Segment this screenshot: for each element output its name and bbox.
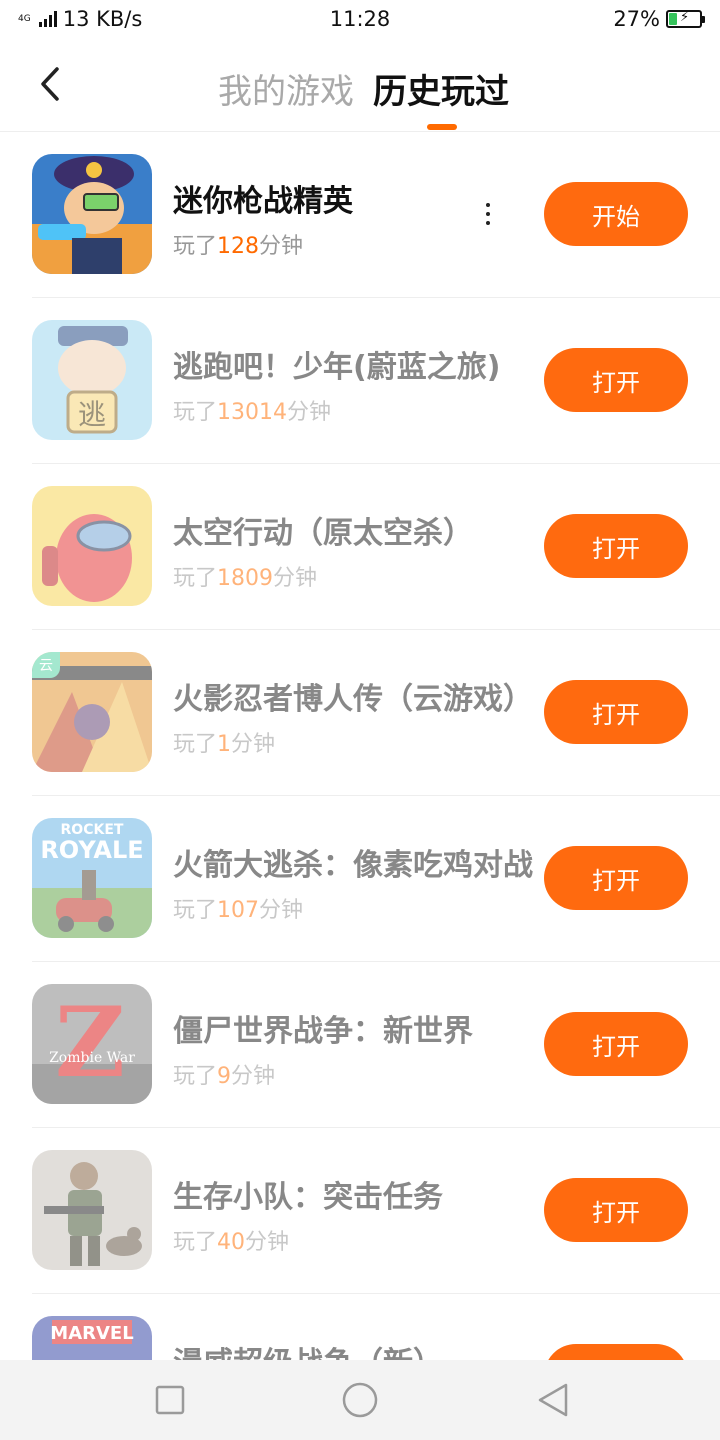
battery-icon: ⚡	[666, 10, 705, 28]
cartoon-boy-icon: 逃	[32, 320, 152, 440]
played-suffix: 分钟	[273, 566, 318, 591]
start-button[interactable]: 开始	[544, 182, 688, 246]
open-button[interactable]: 打开	[544, 846, 688, 910]
cloud-game-badge: 云	[32, 652, 60, 678]
recent-apps-icon	[155, 1385, 185, 1415]
game-title: 太空行动（原太空杀）	[173, 516, 473, 551]
rocket-royale-logo-icon: ROCKET ROYALE	[32, 818, 152, 938]
system-back-button[interactable]	[533, 1380, 573, 1420]
played-minutes: 40	[217, 1230, 246, 1255]
list-item[interactable]: 逃 逃跑吧！少年(蔚蓝之旅) 玩了13014分钟 打开	[32, 298, 720, 464]
game-title: 生存小队：突击任务	[173, 1180, 443, 1215]
icon-text-z: Z	[55, 986, 125, 1099]
played-minutes: 1809	[217, 566, 274, 591]
play-time: 玩了1809分钟	[173, 560, 317, 592]
recent-apps-button[interactable]	[150, 1380, 190, 1420]
played-suffix: 分钟	[259, 898, 304, 923]
game-icon-escape-boy[interactable]: 逃	[32, 320, 152, 440]
played-prefix: 玩了	[173, 566, 218, 591]
system-navigation-bar	[0, 1360, 720, 1440]
game-icon-rocket-royale[interactable]: ROCKET ROYALE	[32, 818, 152, 938]
played-prefix: 玩了	[173, 732, 218, 757]
list-item[interactable]: ROCKET ROYALE 火箭大逃杀：像素吃鸡对战 玩了107分钟 打开	[32, 796, 720, 962]
game-title: 火箭大逃杀：像素吃鸡对战	[173, 848, 533, 883]
open-button[interactable]: 打开	[544, 1178, 688, 1242]
list-item[interactable]: Z Zombie War 僵尸世界战争：新世界 玩了9分钟 打开	[32, 962, 720, 1128]
icon-text-royale: ROYALE	[40, 836, 143, 864]
home-button[interactable]	[340, 1380, 380, 1420]
game-icon-zombie-war[interactable]: Z Zombie War	[32, 984, 152, 1104]
soldier-character-icon	[32, 154, 152, 274]
more-dot-icon	[486, 212, 490, 216]
open-button[interactable]: 打开	[544, 514, 688, 578]
play-time: 玩了1分钟	[173, 726, 275, 758]
play-time: 玩了107分钟	[173, 892, 303, 924]
played-prefix: 玩了	[173, 1064, 218, 1089]
played-minutes: 1	[217, 732, 232, 757]
zombie-war-logo-icon: Z Zombie War	[32, 984, 152, 1104]
played-suffix: 分钟	[287, 400, 332, 425]
game-icon-mini-gun-elite[interactable]	[32, 154, 152, 274]
played-minutes: 9	[217, 1064, 232, 1089]
played-suffix: 分钟	[231, 732, 276, 757]
game-icon-marvel-super-war[interactable]: MARVEL	[32, 1316, 152, 1360]
chevron-left-icon	[41, 67, 59, 101]
game-icon-naruto-cloud[interactable]: 云	[32, 652, 152, 772]
game-icon-survival-squad[interactable]	[32, 1150, 152, 1270]
icon-text-zombie-war: Zombie War	[49, 1050, 135, 1066]
tab-my-games[interactable]: 我的游戏	[218, 64, 354, 113]
game-title: 漫威超级战争（新）	[173, 1338, 443, 1360]
list-item[interactable]: 云 火影忍者博人传（云游戏） 玩了1分钟 打开	[32, 630, 720, 796]
game-title: 火影忍者博人传（云游戏）	[173, 682, 533, 717]
icon-text-marvel: MARVEL	[50, 1323, 133, 1344]
header: 我的游戏 历史玩过	[0, 38, 720, 132]
open-button[interactable]: 打开	[544, 680, 688, 744]
played-prefix: 玩了	[173, 234, 218, 259]
play-time: 玩了9分钟	[173, 1058, 275, 1090]
more-dot-icon	[486, 203, 490, 207]
status-bar: 4G 13 KB/s 11:28 27% ⚡	[0, 0, 720, 38]
more-options-button[interactable]	[476, 196, 500, 232]
open-button[interactable]: 打开	[544, 348, 688, 412]
played-minutes: 128	[217, 234, 260, 259]
list-item[interactable]: 生存小队：突击任务 玩了40分钟 打开	[32, 1128, 720, 1294]
played-suffix: 分钟	[231, 1064, 276, 1089]
svg-text:逃: 逃	[78, 398, 106, 431]
played-minutes: 13014	[217, 400, 288, 425]
open-button[interactable]: 打开	[544, 1012, 688, 1076]
game-history-list: 迷你枪战精英 玩了128分钟 开始 逃 逃跑吧！少年(蔚蓝之旅) 玩了13014…	[0, 132, 720, 1360]
played-minutes: 107	[217, 898, 260, 923]
play-time: 玩了13014分钟	[173, 394, 331, 426]
tab-history-played[interactable]: 历史玩过	[373, 64, 509, 113]
game-title: 迷你枪战精英	[173, 184, 353, 219]
play-time: 玩了40分钟	[173, 1224, 289, 1256]
marvel-heroes-icon: MARVEL	[32, 1316, 152, 1360]
played-suffix: 分钟	[245, 1230, 290, 1255]
back-triangle-icon	[538, 1383, 568, 1417]
list-item[interactable]: 迷你枪战精英 玩了128分钟 开始	[32, 132, 720, 298]
home-icon	[342, 1382, 378, 1418]
game-title: 逃跑吧！少年(蔚蓝之旅)	[173, 350, 501, 385]
list-item[interactable]: MARVEL 漫威超级战争（新） 打开	[32, 1294, 720, 1360]
crewmate-icon	[32, 486, 152, 606]
play-time: 玩了128分钟	[173, 228, 303, 260]
back-button[interactable]	[30, 62, 70, 106]
list-item[interactable]: 太空行动（原太空杀） 玩了1809分钟 打开	[32, 464, 720, 630]
charging-icon: ⚡	[680, 10, 690, 25]
clock: 11:28	[329, 7, 391, 31]
active-tab-indicator	[427, 124, 457, 130]
game-title: 僵尸世界战争：新世界	[173, 1014, 473, 1049]
more-dot-icon	[486, 221, 490, 225]
played-suffix: 分钟	[259, 234, 304, 259]
played-prefix: 玩了	[173, 1230, 218, 1255]
played-prefix: 玩了	[173, 898, 218, 923]
battery-level-fill	[669, 13, 678, 25]
played-prefix: 玩了	[173, 400, 218, 425]
game-icon-space-action[interactable]	[32, 486, 152, 606]
open-button[interactable]: 打开	[544, 1344, 688, 1360]
soldier-with-dog-icon	[32, 1150, 152, 1270]
